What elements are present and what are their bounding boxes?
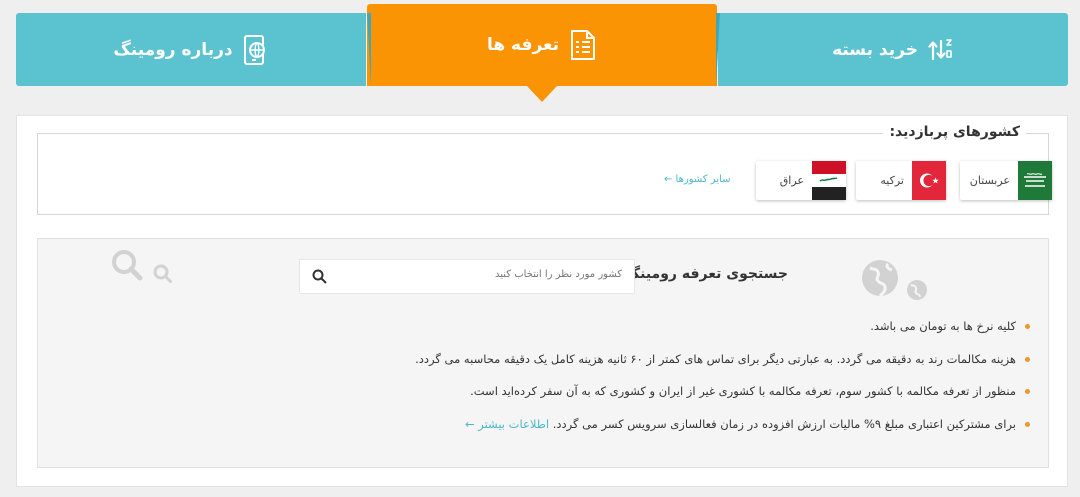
tab-label: خرید بسته (832, 39, 918, 60)
globe-icon (862, 260, 927, 300)
note-item: منظور از تعرفه مکالمه با کشور سوم، تعرفه… (415, 384, 1030, 401)
country-search-box[interactable] (299, 259, 635, 294)
roaming-search-section: جستجوی تعرفه رومینگ کلیه نرخ ها به تومان… (37, 238, 1049, 468)
country-name: عراق (779, 174, 804, 187)
note-item: هزینه مکالمات رند به دقیقه می گردد. به ع… (415, 352, 1030, 369)
popular-countries-box: کشورهای پربازدید: عربستان ترکیه عراق سای… (37, 124, 1052, 215)
turkey-flag-icon (912, 161, 946, 200)
country-name: ترکیه (880, 174, 904, 187)
note-item: کلیه نرخ ها به تومان می باشد. (415, 319, 1030, 336)
saudi-flag-icon (1018, 161, 1052, 200)
main-panel: کشورهای پربازدید: عربستان ترکیه عراق سای… (16, 115, 1068, 487)
popular-countries-title: کشورهای پربازدید: (883, 124, 1026, 140)
other-countries-link[interactable]: سایر کشورها ← (664, 174, 730, 185)
iraq-flag-icon (812, 161, 846, 200)
tab-tariffs[interactable]: تعرفه ها (367, 4, 717, 102)
magnifier-decoration-icon (112, 250, 172, 283)
phone-globe-icon (243, 34, 269, 66)
country-card-turkey[interactable]: ترکیه (856, 161, 946, 200)
note-item: برای مشترکین اعتباری مبلغ ۹% مالیات ارزش… (415, 417, 1030, 434)
sort-arrows-icon (928, 37, 954, 63)
country-card-iraq[interactable]: عراق (756, 161, 846, 200)
search-label: جستجوی تعرفه رومینگ (625, 266, 788, 282)
tab-buy-package[interactable]: خرید بسته (718, 13, 1068, 86)
country-card-saudi-arabia[interactable]: عربستان (960, 161, 1052, 200)
country-name: عربستان (969, 174, 1010, 187)
document-list-icon (569, 29, 597, 61)
tab-about-roaming[interactable]: درباره رومینگ (16, 13, 366, 86)
tab-label: تعرفه ها (486, 35, 560, 55)
more-info-link[interactable]: اطلاعات بیشتر ← (465, 417, 549, 431)
search-icon[interactable] (312, 269, 327, 288)
tab-bar: خرید بسته تعرفه ها درباره رومینگ (16, 4, 1068, 102)
notes-list: کلیه نرخ ها به تومان می باشد. هزینه مکال… (415, 319, 1030, 449)
search-input[interactable] (350, 268, 624, 281)
tab-label: درباره رومینگ (113, 39, 233, 60)
